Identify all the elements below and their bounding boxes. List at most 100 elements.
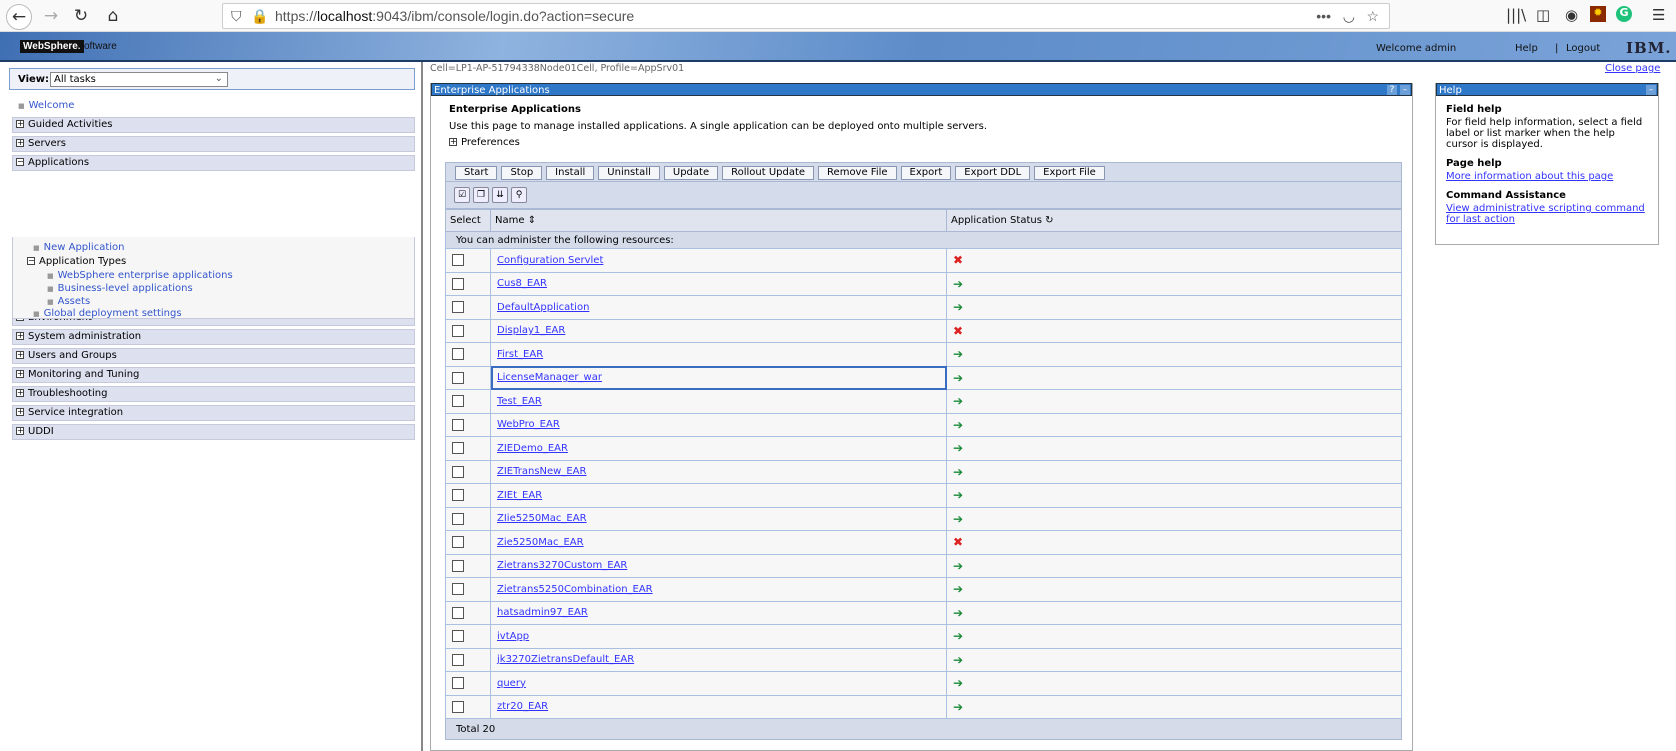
sidebar-section-monitoring-and-tuning[interactable]: + Monitoring and Tuning	[12, 367, 415, 383]
application-link[interactable]: Display1_EAR	[497, 325, 565, 336]
row-checkbox[interactable]	[452, 371, 464, 384]
sidebar-websphere-enterprise-applications[interactable]: WebSphere enterprise applications	[58, 270, 233, 281]
sidebar-section-system-administration[interactable]: + System administration	[12, 329, 415, 345]
star-icon[interactable]: ☆	[1366, 4, 1379, 28]
application-link[interactable]: Test_EAR	[497, 396, 542, 407]
expand-icon: +	[16, 350, 24, 359]
row-checkbox[interactable]	[452, 254, 464, 267]
start-button[interactable]: Start	[455, 166, 498, 180]
sidebar-section-uddi[interactable]: + UDDI	[12, 424, 415, 440]
row-checkbox[interactable]	[452, 512, 464, 525]
row-checkbox[interactable]	[452, 700, 464, 713]
application-link[interactable]: jk3270ZietransDefault_EAR	[497, 654, 634, 665]
application-link[interactable]: query	[497, 678, 526, 689]
view-select[interactable]: All tasks ⌄	[50, 72, 228, 87]
home-button[interactable]: ⌂	[100, 4, 126, 30]
application-link[interactable]: ZIEt_EAR	[497, 490, 542, 501]
page-help-link[interactable]: More information about this page	[1446, 171, 1613, 182]
sidebar-section-guided-activities[interactable]: + Guided Activities	[12, 117, 415, 133]
deselect-all-icon[interactable]: ❐	[473, 187, 489, 203]
forward-button[interactable]: →	[38, 4, 64, 30]
install-button[interactable]: Install	[546, 166, 595, 180]
uninstall-button[interactable]: Uninstall	[598, 166, 660, 180]
row-checkbox[interactable]	[452, 301, 464, 314]
sort-icon[interactable]: ⇕	[528, 215, 536, 226]
application-link[interactable]: ivtApp	[497, 631, 529, 642]
row-checkbox[interactable]	[452, 395, 464, 408]
account-icon[interactable]: ◉	[1565, 6, 1578, 24]
row-checkbox[interactable]	[452, 277, 464, 290]
row-checkbox[interactable]	[452, 489, 464, 502]
row-checkbox[interactable]	[452, 606, 464, 619]
row-checkbox[interactable]	[452, 559, 464, 572]
sidebar-welcome[interactable]: Welcome	[29, 100, 75, 111]
sidebar-section-servers[interactable]: + Servers	[12, 136, 415, 152]
application-link[interactable]: ztr20_EAR	[497, 701, 548, 712]
menu-icon[interactable]: ☰	[1652, 6, 1665, 24]
extension-icon[interactable]: ✹	[1590, 6, 1606, 22]
application-link[interactable]: Configuration Servlet	[497, 255, 603, 266]
export-ddl-button[interactable]: Export DDL	[955, 166, 1031, 180]
column-name[interactable]: Name ⇕	[490, 209, 947, 232]
row-checkbox[interactable]	[452, 348, 464, 361]
application-types[interactable]: − Application Types	[27, 256, 126, 267]
export-button[interactable]: Export	[900, 166, 952, 180]
url-bar[interactable]: ⛉ 🔒 https://localhost:9043/ibm/console/l…	[222, 3, 1390, 29]
library-icon[interactable]: |||\	[1506, 6, 1526, 24]
application-link[interactable]: ZIie5250Mac_EAR	[497, 513, 587, 524]
sidebar-global-deployment-settings[interactable]: Global deployment settings	[44, 308, 182, 319]
sidebar-assets[interactable]: Assets	[58, 296, 91, 307]
application-link[interactable]: WebPro_EAR	[497, 419, 560, 430]
pocket-icon[interactable]: ◡	[1343, 4, 1355, 28]
more-icon[interactable]: •••	[1316, 4, 1331, 28]
sidebar-section-applications[interactable]: − Applications	[12, 155, 415, 171]
remove-file-button[interactable]: Remove File	[818, 166, 897, 180]
application-link[interactable]: Cus8_EAR	[497, 278, 547, 289]
application-link[interactable]: ZIEDemo_EAR	[497, 443, 568, 454]
row-checkbox[interactable]	[452, 418, 464, 431]
row-checkbox[interactable]	[452, 536, 464, 549]
application-link[interactable]: First_EAR	[497, 349, 543, 360]
row-checkbox[interactable]	[452, 442, 464, 455]
application-link[interactable]: DefaultApplication	[497, 302, 589, 313]
close-page-link[interactable]: Close page	[1605, 63, 1660, 74]
minimize-icon[interactable]: –	[1646, 85, 1656, 95]
stop-button[interactable]: Stop	[501, 166, 543, 180]
row-checkbox[interactable]	[452, 677, 464, 690]
preferences-toggle[interactable]: + Preferences	[449, 137, 520, 148]
application-link[interactable]: Zie5250Mac_EAR	[497, 537, 584, 548]
refresh-icon[interactable]: ↻	[1045, 215, 1053, 226]
application-link[interactable]: hatsadmin97_EAR	[497, 607, 588, 618]
row-checkbox[interactable]	[452, 465, 464, 478]
logout-link[interactable]: Logout	[1566, 43, 1600, 54]
sidebar-icon[interactable]: ◫	[1536, 6, 1550, 24]
select-all-icon[interactable]: ☑	[454, 187, 470, 203]
row-checkbox[interactable]	[452, 630, 464, 643]
sidebar-section-users-and-groups[interactable]: + Users and Groups	[12, 348, 415, 364]
rollout-update-button[interactable]: Rollout Update	[722, 166, 815, 180]
show-filter-icon[interactable]: ⇊	[492, 187, 508, 203]
sidebar-section-service-integration[interactable]: + Service integration	[12, 405, 415, 421]
update-button[interactable]: Update	[663, 166, 719, 180]
application-link[interactable]: ZIETransNew_EAR	[497, 466, 586, 477]
row-checkbox[interactable]	[452, 583, 464, 596]
application-link[interactable]: Zietrans5250Combination_EAR	[497, 584, 653, 595]
sidebar-section-troubleshooting[interactable]: + Troubleshooting	[12, 386, 415, 402]
expand-icon: +	[16, 407, 24, 416]
application-link[interactable]: LicenseManager_war	[497, 372, 602, 383]
back-button[interactable]: ←	[6, 4, 32, 30]
export-file-button[interactable]: Export File	[1034, 166, 1105, 180]
reload-button[interactable]: ↻	[68, 4, 94, 30]
minimize-icon[interactable]: –	[1400, 85, 1410, 95]
grammarly-icon[interactable]: G	[1616, 6, 1632, 22]
row-checkbox[interactable]	[452, 324, 464, 337]
help-link[interactable]: Help	[1515, 43, 1538, 54]
row-checkbox[interactable]	[452, 653, 464, 666]
sidebar-business-level-applications[interactable]: Business-level applications	[58, 283, 193, 294]
help-icon[interactable]: ?	[1387, 85, 1397, 95]
command-assistance-link[interactable]: View administrative scripting command fo…	[1446, 203, 1645, 225]
application-link[interactable]: Zietrans3270Custom_EAR	[497, 560, 627, 571]
clear-filter-icon[interactable]: ⚲	[511, 187, 527, 203]
sidebar-new-application[interactable]: New Application	[44, 242, 125, 253]
column-status[interactable]: Application Status ↻	[946, 209, 1402, 232]
